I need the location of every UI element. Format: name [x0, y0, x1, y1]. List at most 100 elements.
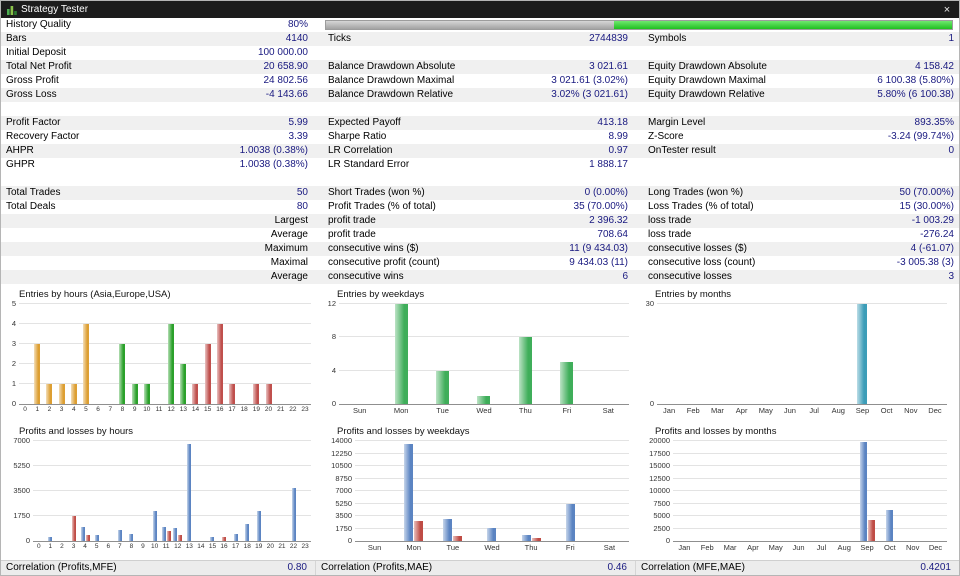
chart-slot [288, 441, 300, 541]
stats-row: Average profit trade 708.64 loss trade -276.… [1, 228, 959, 242]
x-tick-label: Jan [678, 543, 691, 552]
chart-slot [184, 441, 196, 541]
stat-group: Maximum [1, 242, 313, 256]
y-tick-label: 10500 [331, 461, 352, 470]
profit-bar [404, 443, 414, 541]
x-tick-label: Sat [602, 406, 614, 415]
chart-slot [810, 441, 833, 541]
bar [82, 324, 89, 404]
x-tick-label: 22 [289, 406, 297, 413]
x-tick-label: Jun [783, 406, 796, 415]
x-tick-label: Jun [792, 543, 805, 552]
y-tick-label: 8 [331, 332, 336, 342]
chart-title: Entries by months [655, 289, 732, 300]
stat-group: Gross Loss -4 143.66 [1, 88, 313, 102]
stat-group: GHPR 1.0038 (0.38%) [1, 158, 313, 172]
stat-label: profit trade [328, 229, 376, 240]
chart-slot [355, 441, 394, 541]
stat-label: History Quality [6, 19, 72, 30]
stat-value: 2744839 [589, 33, 628, 44]
stat-group: profit trade 708.64 [323, 228, 633, 242]
y-tick-label: 1 [11, 379, 16, 388]
chart-slot [875, 304, 899, 404]
chart-slot [241, 441, 253, 541]
stat-label: Equity Drawdown Relative [648, 89, 765, 100]
chart-slot [422, 304, 463, 404]
x-tick-label: May [758, 406, 773, 415]
x-tick-label: 10 [143, 406, 151, 413]
chart-slot [80, 304, 92, 404]
y-tick-label: 2500 [653, 523, 670, 533]
loss-bar [178, 535, 183, 541]
stat-value: 0 [948, 145, 954, 156]
x-tick-label: 15 [204, 406, 212, 413]
profit-bar [487, 528, 497, 541]
chart-slot [91, 441, 103, 541]
profit-bar [152, 511, 157, 541]
chart-plot: 0 2500 5000 7500 10000 12500 15000 17500 20000 [649, 436, 947, 545]
chart-plot: 0 1 2 3 4 5 [12, 299, 311, 408]
x-tick-label: Nov [904, 406, 918, 415]
chart-slot [230, 441, 242, 541]
chart-slot [226, 304, 238, 404]
bar [168, 324, 175, 404]
chart-slot [92, 304, 104, 404]
y-tick-label: 7500 [653, 498, 670, 508]
x-tick-label: Fri [565, 543, 575, 552]
stat-group: Profit Factor 5.99 [1, 116, 313, 130]
chart-slot [79, 441, 91, 541]
stat-value: 3 021.61 (3.02%) [551, 75, 628, 86]
y-tick-label: 1750 [13, 511, 30, 520]
y-tick-label: 4 [331, 365, 336, 375]
history-quality-bar [325, 20, 953, 30]
chart-bars [339, 304, 629, 404]
stat-value: 4 (-61.07) [910, 243, 954, 254]
x-tick-label: 5 [84, 406, 88, 413]
stat-label: consecutive losses ($) [648, 243, 747, 254]
stat-label: Balance Drawdown Maximal [328, 75, 455, 86]
x-tick-label: 8 [129, 543, 134, 550]
stats-row: Total Deals 80 Profit Trades (% of total) 3… [1, 200, 959, 214]
stat-value: 3.02% (3 021.61) [551, 89, 628, 100]
chart-slot [104, 304, 116, 404]
stat-group: Loss Trades (% of total) 15 (30.00%) [643, 200, 959, 214]
chart-slot [177, 304, 189, 404]
profit-bar [886, 509, 894, 541]
stat-group: Profit Trades (% of total) 35 (70.00%) [323, 200, 633, 214]
stat-label: loss trade [648, 229, 692, 240]
chart-body: 0 1 2 3 4 5 0 1 2 3 4 5 6 7 8 9 10 11 12 13 14 15 16 17 18 19 20 21… [12, 299, 311, 416]
bar [436, 370, 450, 404]
chart-slot [657, 304, 681, 404]
stat-label: LR Correlation [328, 145, 393, 156]
stat-group: Balance Drawdown Absolute 3 021.61 [323, 60, 633, 74]
stat-group: consecutive losses 3 [643, 270, 959, 284]
profit-bar [256, 511, 261, 541]
bar [143, 384, 150, 404]
chart-title: Profits and losses by months [655, 426, 777, 437]
stat-label: Loss Trades (% of total) [648, 201, 754, 212]
chart-body: 0 30 Jan Feb Mar Apr May Jun Jul Aug Sep Oct Nov Dec [646, 299, 947, 416]
y-tick-label: 0 [649, 399, 654, 408]
stat-value: 0 (0.00%) [584, 187, 628, 198]
stat-value: 20 658.90 [263, 61, 309, 72]
x-tick-label: Oct [884, 543, 896, 552]
chart-slot [114, 441, 126, 541]
chart-slot [802, 304, 826, 404]
stat-value: 3 021.61 [589, 61, 628, 72]
chart-slot [116, 304, 128, 404]
x-tick-label: Sun [353, 406, 367, 415]
x-tick-label: Mar [723, 543, 737, 552]
chart-slot [45, 441, 57, 541]
y-tick-label: 1750 [335, 523, 352, 533]
chart-slot [878, 441, 901, 541]
stat-label: OnTester result [648, 145, 716, 156]
close-icon[interactable]: × [939, 4, 955, 16]
stat-label: Short Trades (won %) [328, 187, 425, 198]
y-tick-label: 0 [347, 536, 352, 545]
x-tick-label: 17 [232, 543, 240, 550]
y-tick-label: 3500 [13, 486, 30, 495]
profit-bar [187, 443, 192, 541]
stat-group: LR Standard Error 1 888.17 [323, 158, 633, 172]
chart-slot [265, 441, 277, 541]
bar [131, 384, 138, 404]
